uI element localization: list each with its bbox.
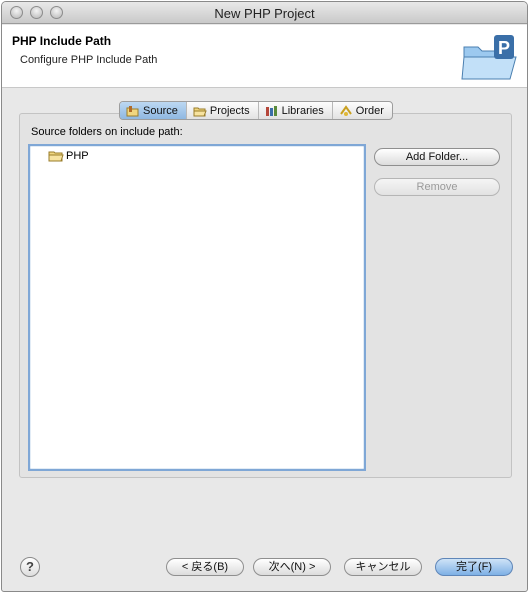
tab-label: Source: [143, 104, 178, 117]
tab-label: Libraries: [281, 104, 324, 117]
cancel-button[interactable]: キャンセル: [344, 558, 422, 576]
page-title: PHP Include Path: [12, 34, 112, 48]
source-icon: [126, 105, 139, 116]
add-folder-button[interactable]: Add Folder...: [374, 148, 500, 166]
libraries-icon: [265, 105, 277, 116]
finish-button[interactable]: 完了(F): [435, 558, 513, 576]
title-bar[interactable]: New PHP Project: [2, 2, 527, 24]
next-button[interactable]: 次へ(N) >: [253, 558, 331, 576]
projects-icon: [193, 107, 207, 116]
tab-label: Order: [355, 104, 384, 117]
tab-projects[interactable]: Projects: [187, 102, 259, 119]
wizard-header: PHP Include Path Configure PHP Include P…: [2, 25, 527, 88]
tab-libraries[interactable]: Libraries: [259, 102, 333, 119]
window-title: New PHP Project: [214, 6, 315, 21]
list-item[interactable]: PHP: [48, 150, 89, 162]
folder-icon: [48, 151, 64, 162]
php-folder-icon: P: [461, 35, 517, 80]
help-icon[interactable]: ?: [20, 557, 40, 577]
tab-label: Projects: [209, 104, 250, 117]
tab-order[interactable]: Order: [333, 102, 392, 119]
order-icon: [339, 104, 352, 116]
tab-bar: Source Projects Libraries Order: [119, 101, 393, 120]
page-description: Configure PHP Include Path: [20, 54, 158, 66]
list-item-label: PHP: [66, 150, 89, 162]
wizard-window: New PHP Project PHP Include Path Configu…: [1, 1, 528, 592]
tab-source[interactable]: Source: [120, 102, 187, 119]
source-list-label: Source folders on include path:: [31, 126, 183, 138]
back-button[interactable]: < 戻る(B): [166, 558, 244, 576]
svg-text:P: P: [498, 38, 510, 58]
source-folders-list[interactable]: PHP: [28, 144, 366, 471]
remove-button[interactable]: Remove: [374, 178, 500, 196]
